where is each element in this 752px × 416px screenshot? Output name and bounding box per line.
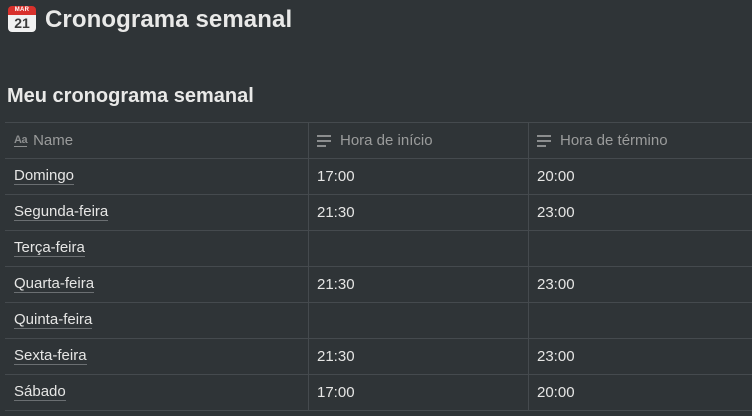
start-time-cell[interactable]: 21:30 [309, 339, 529, 374]
table-header-row: Aa Name Hora de início Hora de término [5, 123, 752, 159]
row-name[interactable]: Segunda-feira [14, 204, 109, 221]
name-cell[interactable]: Domingo [5, 159, 309, 194]
column-header-label: Hora de início [340, 132, 433, 149]
table-row[interactable]: Sábado 17:00 20:00 [5, 375, 752, 411]
row-name[interactable]: Sexta-feira [14, 348, 87, 365]
name-cell[interactable]: Sábado [5, 375, 309, 410]
end-time-cell[interactable] [529, 303, 752, 338]
table-row[interactable]: Quarta-feira 21:30 23:00 [5, 267, 752, 303]
column-header-label: Name [33, 132, 74, 149]
page-header: MAR 21 Cronograma semanal [8, 4, 292, 36]
calendar-icon-month: MAR [8, 6, 36, 15]
column-header-name[interactable]: Aa Name [5, 123, 309, 158]
row-name[interactable]: Terça-feira [14, 240, 85, 257]
end-time-cell[interactable]: 20:00 [529, 159, 752, 194]
name-cell[interactable]: Quinta-feira [5, 303, 309, 338]
table-row[interactable]: Terça-feira [5, 231, 752, 267]
text-lines-icon [537, 134, 551, 147]
end-time-cell[interactable] [529, 231, 752, 266]
column-header-label: Hora de término [560, 132, 668, 149]
table-row[interactable]: Segunda-feira 21:30 23:00 [5, 195, 752, 231]
calendar-icon[interactable]: MAR 21 [8, 6, 36, 32]
row-name[interactable]: Sábado [14, 384, 66, 401]
start-time-cell[interactable]: 17:00 [309, 159, 529, 194]
start-time-cell[interactable] [309, 303, 529, 338]
name-cell[interactable]: Sexta-feira [5, 339, 309, 374]
table-row[interactable]: Domingo 17:00 20:00 [5, 159, 752, 195]
end-time-cell[interactable]: 20:00 [529, 375, 752, 410]
end-time-cell[interactable]: 23:00 [529, 339, 752, 374]
row-name[interactable]: Quarta-feira [14, 276, 95, 293]
start-time-cell[interactable]: 21:30 [309, 195, 529, 230]
end-time-cell[interactable]: 23:00 [529, 195, 752, 230]
table-row[interactable]: Sexta-feira 21:30 23:00 [5, 339, 752, 375]
name-cell[interactable]: Segunda-feira [5, 195, 309, 230]
page-title[interactable]: Cronograma semanal [45, 6, 292, 34]
calendar-icon-day: 21 [8, 15, 36, 32]
name-cell[interactable]: Terça-feira [5, 231, 309, 266]
text-lines-icon [317, 134, 331, 147]
end-time-cell[interactable]: 23:00 [529, 267, 752, 302]
schedule-table: Aa Name Hora de início Hora de término D… [5, 122, 752, 411]
text-type-icon: Aa [14, 133, 28, 147]
start-time-cell[interactable]: 21:30 [309, 267, 529, 302]
start-time-cell[interactable]: 17:00 [309, 375, 529, 410]
start-time-cell[interactable] [309, 231, 529, 266]
column-header-start[interactable]: Hora de início [309, 123, 529, 158]
name-cell[interactable]: Quarta-feira [5, 267, 309, 302]
table-row[interactable]: Quinta-feira [5, 303, 752, 339]
database-title[interactable]: Meu cronograma semanal [7, 85, 254, 108]
row-name[interactable]: Quinta-feira [14, 312, 93, 329]
column-header-end[interactable]: Hora de término [529, 123, 752, 158]
row-name[interactable]: Domingo [14, 168, 75, 185]
